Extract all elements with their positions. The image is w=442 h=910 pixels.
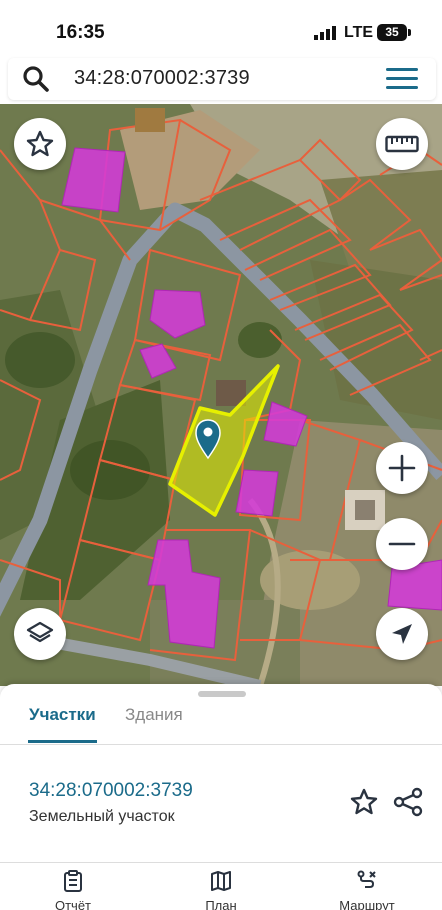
network-type: LTE xyxy=(344,24,374,41)
nav-plan-label: План xyxy=(205,898,237,910)
satellite-map[interactable] xyxy=(0,104,442,686)
signal-icon xyxy=(314,26,336,40)
status-time: 16:35 xyxy=(56,22,105,43)
nav-route-label: Маршрут xyxy=(339,898,395,910)
layers-button[interactable] xyxy=(14,608,66,660)
star-icon[interactable] xyxy=(349,787,379,817)
ruler-button[interactable] xyxy=(376,118,428,170)
battery-icon: 35 xyxy=(377,24,411,41)
map-icon xyxy=(211,871,231,891)
search-bar[interactable]: 34:28:070002:3739 xyxy=(8,58,436,100)
active-tab-indicator xyxy=(28,740,97,743)
tab-buildings[interactable]: Здания xyxy=(125,705,183,725)
plus-icon xyxy=(388,454,416,482)
status-bar: 16:35 LTE 35 xyxy=(0,0,442,62)
nav-route[interactable]: Маршрут xyxy=(322,870,412,910)
layers-icon xyxy=(26,621,54,643)
search-icon[interactable] xyxy=(22,65,50,93)
favorite-button[interactable] xyxy=(14,118,66,170)
locate-button[interactable] xyxy=(376,608,428,660)
sheet-drag-handle[interactable] xyxy=(198,691,246,697)
nav-report-label: Отчёт xyxy=(54,898,92,910)
nav-report[interactable]: Отчёт xyxy=(28,870,118,910)
parcel-type: Земельный участок xyxy=(29,808,175,825)
zoom-in-button[interactable] xyxy=(376,442,428,494)
parcel-cadastral-number[interactable]: 34:28:070002:3739 xyxy=(29,780,193,802)
nav-plan[interactable]: План xyxy=(176,870,266,910)
navigation-arrow-icon xyxy=(392,624,412,644)
ruler-icon xyxy=(385,135,419,153)
zoom-out-button[interactable] xyxy=(376,518,428,570)
sheet-tabs: Участки Здания xyxy=(0,702,442,744)
tab-parcels[interactable]: Участки xyxy=(29,705,96,725)
divider xyxy=(0,862,442,863)
share-icon[interactable] xyxy=(392,787,424,817)
route-icon xyxy=(357,870,376,888)
menu-icon[interactable] xyxy=(386,68,418,90)
search-query[interactable]: 34:28:070002:3739 xyxy=(74,67,250,90)
bottom-navigation: Отчёт План Маршрут xyxy=(0,864,442,910)
report-icon xyxy=(64,870,82,892)
parcel-sheet: Участки Здания 34:28:070002:3739 Земельн… xyxy=(0,684,442,910)
map-view[interactable] xyxy=(0,104,442,686)
divider xyxy=(0,744,442,745)
star-icon xyxy=(26,130,54,157)
minus-icon xyxy=(388,542,416,546)
